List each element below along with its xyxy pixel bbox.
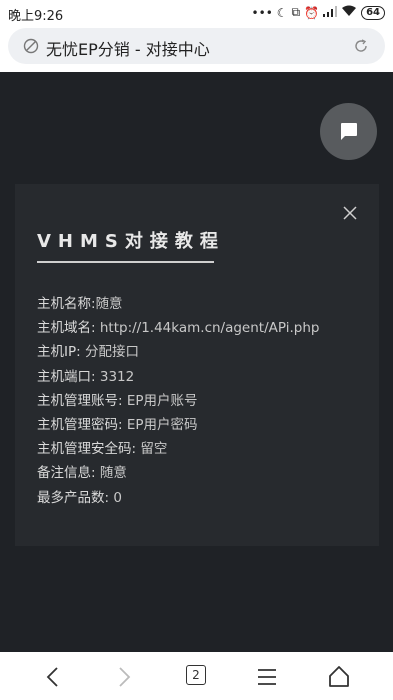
config-label: 备注信息:	[37, 465, 96, 482]
screen-icon: ⧉	[291, 5, 301, 19]
heading-underline	[37, 261, 214, 263]
config-item: 主机管理安全码: 留空	[37, 437, 319, 461]
status-time: 晚上9:26	[8, 9, 64, 24]
chat-button[interactable]	[320, 103, 377, 160]
modal-heading: VHMS对接教程	[37, 231, 225, 252]
config-label: 主机名称:	[37, 296, 96, 312]
config-item: 主机IP: 分配接口	[37, 340, 319, 364]
config-label: 主机管理安全码:	[37, 441, 137, 458]
config-value: 随意	[95, 296, 123, 312]
status-bar: 晚上9:26 ••• ☾ ⧉ ⏰ 64	[0, 0, 393, 26]
config-value: 随意	[95, 465, 127, 482]
page-title: 无忧EP分销 - 对接中心	[46, 40, 210, 59]
config-label: 主机管理账号:	[37, 392, 123, 409]
chat-icon	[341, 123, 357, 140]
config-list: 主机名称:随意 主机域名: http://1.44kam.cn/agent/AP…	[37, 292, 319, 510]
config-item: 最多产品数: 0	[37, 486, 319, 510]
config-item: 主机域名: http://1.44kam.cn/agent/APi.php	[37, 316, 319, 340]
status-icons: ••• ☾ ⧉ ⏰ 64	[252, 5, 385, 20]
menu-icon[interactable]	[254, 664, 280, 690]
config-item: 主机管理密码: EP用户密码	[37, 413, 319, 437]
instructions-modal: VHMS对接教程 主机名称:随意 主机域名: http://1.44kam.cn…	[15, 184, 379, 546]
config-label: 主机IP:	[37, 344, 81, 361]
config-value: 3312	[95, 368, 135, 385]
address-bar[interactable]: 无忧EP分销 - 对接中心	[8, 28, 385, 64]
config-item: 主机名称:随意	[37, 292, 319, 316]
battery-icon: 64	[361, 5, 385, 20]
config-value: EP用户账号	[122, 392, 198, 409]
no-lock-icon	[23, 38, 39, 54]
config-value: 分配接口	[80, 344, 139, 361]
config-label: 最多产品数:	[37, 489, 110, 506]
config-value: EP用户密码	[122, 416, 198, 433]
tabs-button[interactable]: 2	[186, 665, 206, 685]
close-icon[interactable]	[343, 206, 357, 220]
config-item: 备注信息: 随意	[37, 461, 319, 485]
config-label: 主机管理密码:	[37, 416, 123, 433]
reload-icon[interactable]	[353, 38, 369, 54]
dots-icon: •••	[251, 5, 273, 20]
signal-icon	[323, 5, 338, 20]
config-value: 留空	[136, 441, 168, 458]
config-item: 主机管理账号: EP用户账号	[37, 389, 319, 413]
back-icon[interactable]	[40, 664, 66, 690]
home-icon[interactable]	[326, 664, 352, 690]
config-value: 0	[109, 489, 122, 506]
page-content: VHMS对接教程 主机名称:随意 主机域名: http://1.44kam.cn…	[0, 72, 393, 652]
config-label: 主机端口:	[37, 368, 96, 385]
config-value: http://1.44kam.cn/agent/APi.php	[95, 320, 320, 337]
moon-icon: ☾	[276, 5, 288, 20]
alarm-icon: ⏰	[304, 5, 320, 20]
wifi-icon	[341, 5, 357, 20]
config-label: 主机域名:	[37, 320, 96, 337]
forward-icon[interactable]	[111, 664, 137, 690]
config-item: 主机端口: 3312	[37, 365, 319, 389]
browser-bottom-nav: 2	[0, 652, 393, 700]
